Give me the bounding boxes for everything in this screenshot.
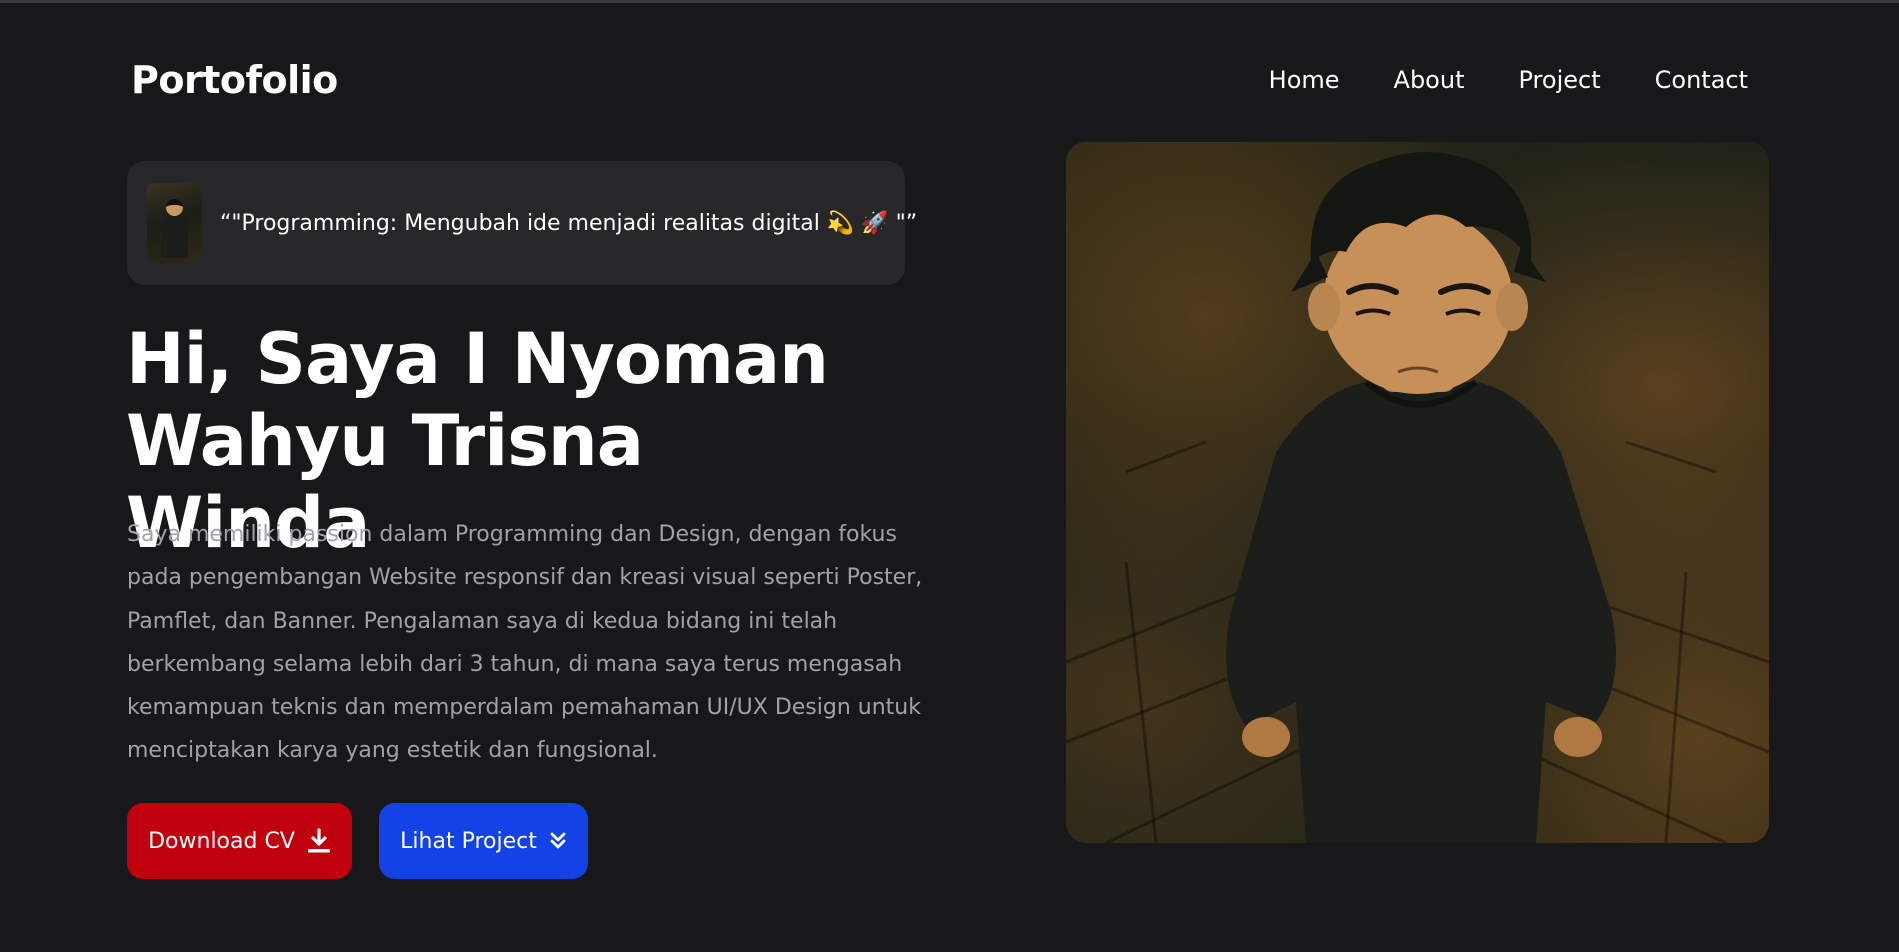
view-project-button[interactable]: Lihat Project <box>379 803 588 879</box>
download-icon <box>307 828 331 854</box>
quote-avatar <box>147 183 202 263</box>
hero-description: Saya memiliki passion dalam Programming … <box>127 522 923 764</box>
nav-links: Home About Project Contact <box>1269 66 1748 94</box>
navbar: Portofolio Home About Project Contact <box>0 0 1899 160</box>
nav-link-contact[interactable]: Contact <box>1655 66 1748 94</box>
hero-portrait-image <box>1066 142 1769 843</box>
nav-link-home[interactable]: Home <box>1269 66 1340 94</box>
download-cv-label: Download CV <box>148 828 295 854</box>
nav-link-project[interactable]: Project <box>1519 66 1601 94</box>
nav-link-about[interactable]: About <box>1394 66 1465 94</box>
quote-text: “"Programming: Mengubah ide menjadi real… <box>220 210 918 236</box>
download-cv-button[interactable]: Download CV <box>127 803 352 879</box>
brand-logo[interactable]: Portofolio <box>131 58 338 102</box>
hero-title-line-1: Hi, Saya I Nyoman <box>126 318 829 400</box>
double-chevron-down-icon <box>549 831 567 851</box>
view-project-label: Lihat Project <box>400 828 537 854</box>
quote-card: “"Programming: Mengubah ide menjadi real… <box>127 161 917 285</box>
